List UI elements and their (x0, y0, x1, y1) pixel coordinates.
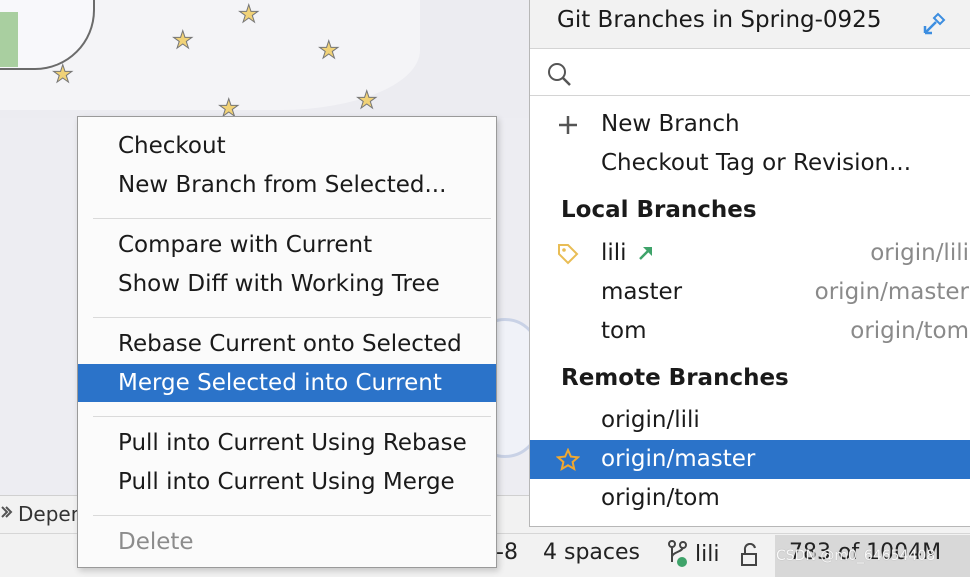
layers-icon (1, 506, 13, 518)
indent-indicator[interactable]: 4 spaces (543, 540, 640, 565)
menu-separator (93, 416, 491, 417)
dependencies-tab[interactable]: Depen (0, 502, 83, 526)
dependencies-label: Depen (18, 502, 84, 526)
star-decoration-icon: ★ (318, 36, 340, 64)
branch-row-master[interactable]: master origin/master (530, 273, 970, 312)
menu-item-delete: Delete (118, 529, 194, 555)
menu-item-new-branch-from-selected[interactable]: New Branch from Selected... (78, 166, 496, 204)
watermark: CSDN @m0_64654408 (776, 548, 936, 564)
star-icon (556, 448, 580, 472)
action-label: Checkout Tag or Revision... (601, 150, 912, 176)
search-icon (548, 63, 571, 86)
branch-name: origin/tom (601, 485, 720, 511)
menu-item-checkout[interactable]: Checkout (78, 127, 496, 165)
action-label: New Branch (601, 111, 740, 137)
menu-item-compare-with-current[interactable]: Compare with Current (78, 226, 496, 264)
menu-item-pull-rebase[interactable]: Pull into Current Using Rebase (78, 424, 496, 462)
menu-item-pull-merge[interactable]: Pull into Current Using Merge (78, 463, 496, 501)
remote-branch-row-origin-master[interactable]: origin/master (530, 440, 970, 479)
branch-search[interactable] (530, 48, 970, 96)
plus-icon (559, 116, 577, 134)
local-branches-header: Local Branches (561, 197, 757, 223)
popup-title: Git Branches in Spring-0925 (557, 7, 882, 33)
illustration-swatch (0, 12, 18, 67)
branch-name: origin/master (601, 446, 756, 472)
action-checkout-tag[interactable]: Checkout Tag or Revision... (530, 144, 970, 183)
star-decoration-icon: ★ (172, 26, 194, 54)
remote-branch-row-origin-lili[interactable]: origin/lili (530, 401, 970, 440)
outgoing-arrow-icon (639, 247, 652, 260)
star-decoration-icon: ★ (356, 86, 378, 114)
branch-row-tom[interactable]: tom origin/tom (530, 312, 970, 351)
tracking-branch: origin/tom (850, 318, 969, 344)
git-branch-label: lili (695, 541, 720, 567)
pin-icon[interactable] (918, 10, 948, 40)
menu-item-rebase[interactable]: Rebase Current onto Selected (78, 325, 496, 363)
branch-name: origin/lili (601, 407, 700, 433)
tag-icon (558, 244, 579, 265)
git-branch-widget[interactable]: lili (667, 540, 719, 568)
branch-name: tom (601, 318, 647, 344)
tracking-branch: origin/master (814, 279, 969, 305)
tracking-branch: origin/lili (870, 240, 969, 266)
menu-separator (93, 218, 491, 219)
git-branch-icon (668, 540, 687, 567)
branch-name: lili (601, 240, 627, 266)
popup-header: Git Branches in Spring-0925 (530, 0, 970, 48)
menu-item-show-diff[interactable]: Show Diff with Working Tree (78, 265, 496, 303)
encoding-indicator[interactable]: -8 (496, 540, 518, 565)
menu-item-merge-selected[interactable]: Merge Selected into Current (78, 364, 496, 402)
branch-context-menu: Checkout New Branch from Selected... Com… (77, 116, 497, 568)
action-new-branch[interactable]: New Branch (530, 105, 970, 144)
menu-separator (93, 515, 491, 516)
star-decoration-icon: ★ (52, 60, 74, 88)
branch-name: master (601, 279, 683, 305)
branch-row-lili[interactable]: lili origin/lili (530, 234, 970, 273)
git-branches-popup: Git Branches in Spring-0925 New Branch C… (529, 0, 970, 527)
menu-separator (93, 317, 491, 318)
star-decoration-icon: ★ (238, 0, 260, 28)
remote-branches-header: Remote Branches (561, 365, 789, 391)
search-input[interactable] (582, 57, 962, 89)
unlock-icon[interactable] (738, 543, 762, 567)
remote-branch-row-origin-tom[interactable]: origin/tom (530, 479, 970, 518)
